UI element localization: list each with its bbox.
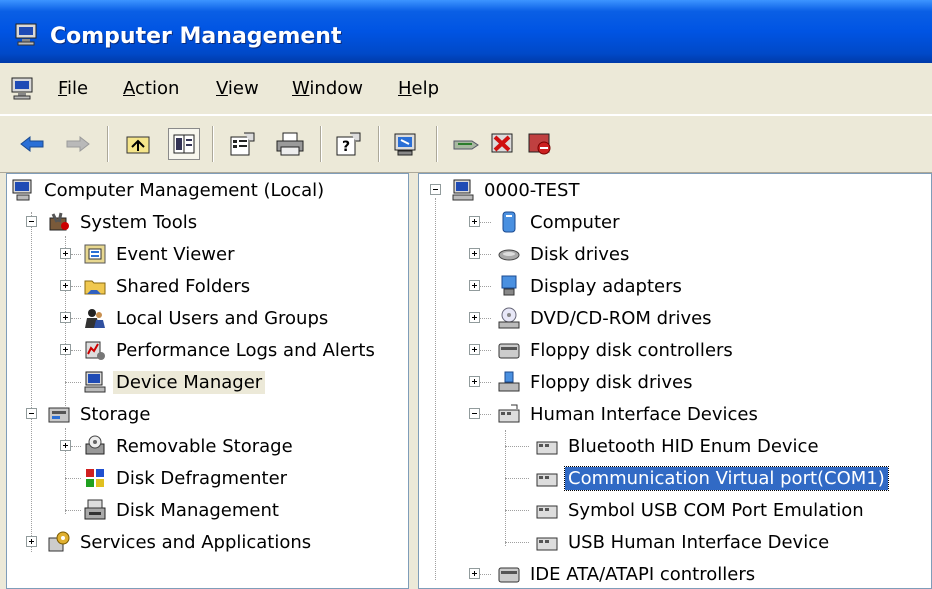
dvd-drive-icon [498, 307, 520, 329]
forward-icon[interactable] [62, 128, 94, 160]
tree-node-system-tools[interactable]: System Tools [47, 208, 200, 236]
tree-node-display-adapters[interactable]: Display adapters [497, 272, 685, 300]
menu-view[interactable]: View [216, 78, 259, 99]
tree-node-ide-ata-atapi-controllers[interactable]: IDE ATA/ATAPI controllers [497, 560, 758, 588]
tree-node-disk-drives[interactable]: Disk drives [497, 240, 632, 268]
menu-bar: File Action View Window Help [0, 63, 932, 115]
disk-drive-icon [498, 249, 520, 261]
disable-icon[interactable] [524, 128, 556, 160]
tree-node-services-and-applications[interactable]: Services and Applications [47, 528, 314, 556]
system-tools-icon [49, 212, 69, 231]
tree-node-local-users-and-groups[interactable]: Local Users and Groups [83, 304, 331, 332]
performance-icon [85, 341, 105, 360]
disk-management-icon [84, 499, 106, 520]
svg-text:?: ? [342, 139, 350, 155]
tree-node-communication-virtual-port[interactable]: Communication Virtual port(COM1) [535, 464, 889, 492]
computer-category-icon [502, 211, 516, 233]
hid-device-icon [536, 473, 558, 487]
hid-icon [498, 404, 520, 423]
tree-node-symbol-usb-com-port-emulation[interactable]: Symbol USB COM Port Emulation [535, 496, 867, 524]
tree-node-event-viewer[interactable]: Event Viewer [83, 240, 237, 268]
scan-hardware-icon[interactable] [390, 128, 422, 160]
update-driver-icon[interactable] [450, 128, 482, 160]
toolbar: ? [0, 115, 932, 173]
event-viewer-icon [84, 244, 106, 264]
tree-node-device-manager[interactable]: Device Manager [83, 368, 266, 396]
menu-window[interactable]: Window [292, 78, 363, 99]
ide-controller-icon [498, 567, 520, 583]
collapse-system-tools[interactable] [26, 216, 37, 227]
properties-icon[interactable] [226, 128, 258, 160]
tree-node-storage[interactable]: Storage [47, 400, 153, 428]
hid-device-icon [536, 505, 558, 519]
menu-help[interactable]: Help [398, 78, 439, 99]
users-icon [85, 309, 105, 328]
window-title: Computer Management [50, 24, 342, 49]
removable-storage-icon [85, 435, 105, 455]
collapse-0000-test[interactable] [430, 184, 441, 195]
services-icon [48, 531, 70, 552]
expand-performance-logs[interactable] [60, 344, 71, 355]
display-adapter-icon [501, 275, 517, 296]
collapse-storage[interactable] [26, 408, 37, 419]
tree-node-shared-folders[interactable]: Shared Folders [83, 272, 253, 300]
tree-node-0000-test[interactable]: 0000-TEST [451, 176, 582, 204]
show-hide-tree-icon[interactable] [168, 128, 200, 160]
hid-device-icon [536, 441, 558, 455]
console-tree-pane[interactable]: Computer Management (Local) System Tools… [6, 173, 409, 589]
tree-node-floppy-disk-controllers[interactable]: Floppy disk controllers [497, 336, 736, 364]
shared-folder-icon [84, 280, 106, 295]
tree-node-computer-management-local[interactable]: Computer Management (Local) [11, 176, 327, 204]
tree-node-disk-management[interactable]: Disk Management [83, 496, 282, 524]
hid-device-icon [536, 537, 558, 551]
storage-icon [48, 407, 70, 423]
back-icon[interactable] [16, 128, 48, 160]
tree-label: Computer Management (Local) [44, 179, 325, 201]
uninstall-icon[interactable] [487, 128, 519, 160]
up-folder-icon[interactable] [122, 128, 154, 160]
expand-local-users[interactable] [60, 312, 71, 323]
device-manager-icon [84, 371, 106, 393]
tree-node-human-interface-devices[interactable]: Human Interface Devices [497, 400, 761, 428]
print-icon[interactable] [274, 128, 306, 160]
tree-node-disk-defragmenter[interactable]: Disk Defragmenter [83, 464, 290, 492]
tree-node-removable-storage[interactable]: Removable Storage [83, 432, 296, 460]
expand-event-viewer[interactable] [60, 248, 71, 259]
tree-node-usb-human-interface-device[interactable]: USB Human Interface Device [535, 528, 832, 556]
computer-management-icon [12, 179, 32, 201]
menu-action[interactable]: Action [123, 78, 179, 99]
computer-icon [452, 179, 474, 201]
tree-node-floppy-disk-drives[interactable]: Floppy disk drives [497, 368, 695, 396]
floppy-drive-icon [498, 371, 520, 392]
pane-splitter[interactable] [409, 173, 418, 589]
title-bar[interactable]: Computer Management [0, 0, 932, 63]
expand-services-and-applications[interactable] [26, 536, 37, 547]
defrag-icon [86, 469, 104, 487]
system-menu-icon[interactable] [10, 76, 36, 104]
tree-node-computer[interactable]: Computer [497, 208, 622, 236]
computer-management-icon [14, 22, 40, 50]
device-tree-pane[interactable]: 0000-TEST Computer Disk drives Display a… [418, 173, 932, 589]
floppy-controller-icon [498, 343, 520, 359]
tree-node-dvd-cd-rom-drives[interactable]: DVD/CD-ROM drives [497, 304, 715, 332]
expand-shared-folders[interactable] [60, 280, 71, 291]
help-icon[interactable]: ? [332, 128, 364, 160]
tree-node-bluetooth-hid-enum-device[interactable]: Bluetooth HID Enum Device [535, 432, 822, 460]
expand-removable-storage[interactable] [60, 440, 71, 451]
menu-file[interactable]: File [58, 78, 88, 99]
tree-node-performance-logs-and-alerts[interactable]: Performance Logs and Alerts [83, 336, 378, 364]
